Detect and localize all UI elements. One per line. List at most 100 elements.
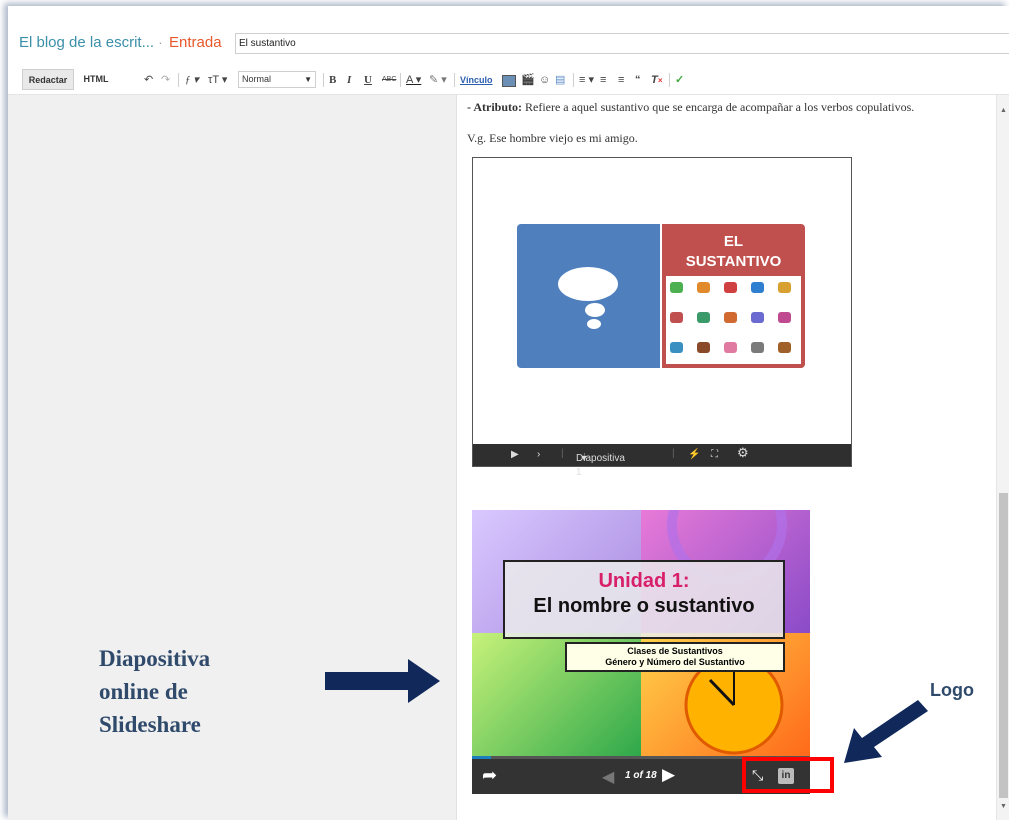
play-icon[interactable]: ▶ xyxy=(511,448,519,462)
fullscreen-icon[interactable]: ⛶ xyxy=(711,448,718,462)
scrollbar-thumb[interactable] xyxy=(999,493,1008,798)
clipart-image xyxy=(670,342,683,353)
annotation-line: Slideshare xyxy=(99,712,201,737)
share-icon[interactable]: ➦ xyxy=(482,765,497,786)
logo-highlight-box xyxy=(742,757,834,793)
next-slide-icon[interactable]: ▶ xyxy=(662,765,675,785)
scroll-down-icon[interactable]: ▼ xyxy=(1000,803,1007,810)
slide-subtitle-line1: Clases de Sustantivos xyxy=(627,646,723,656)
clipart-image xyxy=(724,282,737,293)
paragraph-atributo: - Atributo: Refiere a aquel sustantivo q… xyxy=(467,100,914,115)
toolbar-divider xyxy=(669,73,670,87)
chevron-down-icon: ▼ xyxy=(304,75,312,84)
toolbar-divider xyxy=(573,73,574,87)
clipart-grid xyxy=(666,276,801,364)
bold-icon[interactable]: B xyxy=(329,72,336,88)
clipart-image xyxy=(697,282,710,293)
clipart-image xyxy=(778,312,791,323)
separator: · xyxy=(158,35,163,50)
font-size-icon[interactable]: τT ▾ xyxy=(208,72,227,88)
format-value: Normal xyxy=(242,74,272,84)
next-icon[interactable]: › xyxy=(537,448,540,462)
tab-html[interactable]: HTML xyxy=(74,69,118,90)
clipart-image xyxy=(751,282,764,293)
toolbar-divider xyxy=(400,73,401,87)
underline-icon[interactable]: U xyxy=(364,72,372,88)
editor-header: El blog de la escrit... · Entrada El sus… xyxy=(8,6,1009,66)
paragraph-text: Refiere a aquel sustantivo que se encarg… xyxy=(522,100,915,114)
align-icon[interactable]: ≡ ▾ xyxy=(579,72,594,88)
bar-divider: | xyxy=(672,448,675,459)
numbered-list-icon[interactable]: ≡ xyxy=(600,72,606,88)
annotation-line: Diapositiva xyxy=(99,646,211,671)
spellcheck-icon[interactable]: ✓ xyxy=(675,72,684,88)
slide-subtitle-box: Clases de Sustantivos Género y Número de… xyxy=(565,642,785,672)
redo-icon[interactable]: ↷ xyxy=(161,72,170,88)
diagonal-arrow-icon xyxy=(844,700,928,763)
bar-divider: | xyxy=(561,448,564,459)
left-empty-pane xyxy=(8,95,456,820)
chevron-down-icon: ▾ xyxy=(581,453,587,464)
text-color-icon[interactable]: A ▾ xyxy=(406,72,421,88)
thought-bubble-icon xyxy=(558,267,618,329)
slide-title-line1: Unidad 1: xyxy=(598,570,690,592)
toolbar-divider xyxy=(323,73,324,87)
font-family-icon[interactable]: ƒ ▾ xyxy=(185,72,199,88)
slideshare-embed[interactable]: Unidad 1: El nombre o sustantivo Clases … xyxy=(472,510,810,794)
video-icon[interactable]: 🎬 xyxy=(521,72,535,88)
blog-title-link[interactable]: El blog de la escrit... · xyxy=(19,34,163,51)
clipart-image xyxy=(697,342,710,353)
highlight-icon[interactable]: ✎ ▾ xyxy=(429,72,447,88)
gear-icon[interactable]: ⚙ xyxy=(737,446,749,460)
slide-subtitle-line2: Género y Número del Sustantivo xyxy=(605,657,745,667)
blog-title-text: El blog de la escrit... xyxy=(19,34,155,51)
post-title-input[interactable]: El sustantivo xyxy=(235,33,1009,54)
image-icon[interactable] xyxy=(502,75,516,87)
previous-slide-icon[interactable]: ◀ xyxy=(602,767,614,787)
page-break-icon[interactable]: ▤ xyxy=(555,72,565,88)
emoji-icon[interactable]: ☺ xyxy=(539,72,550,88)
toolbar-divider xyxy=(454,73,455,87)
clipart-image xyxy=(724,342,737,353)
link-icon[interactable]: ⚡ xyxy=(688,448,700,462)
card-blue-panel xyxy=(517,224,660,368)
slide-card: EL SUSTANTIVO xyxy=(517,224,805,368)
slideshare-slide: Unidad 1: El nombre o sustantivo Clases … xyxy=(472,510,810,756)
section-label: Entrada xyxy=(169,34,222,51)
slide-title-box: Unidad 1: El nombre o sustantivo xyxy=(503,560,785,639)
card-title-line1: EL xyxy=(723,233,744,250)
slide-title-line2: El nombre o sustantivo xyxy=(533,595,755,617)
strikethrough-icon[interactable]: ABC xyxy=(382,72,396,88)
clipart-image xyxy=(724,312,737,323)
slide-selector[interactable]: Diapositiva 1 ▾ xyxy=(576,448,625,478)
link-icon[interactable]: Vínculo xyxy=(460,72,493,88)
clipart-image xyxy=(751,342,764,353)
card-title: EL SUSTANTIVO xyxy=(662,232,805,272)
paragraph-format-select[interactable]: Normal ▼ xyxy=(238,71,316,88)
bold-term: - Atributo: xyxy=(467,100,522,114)
clipart-image xyxy=(778,282,791,293)
embed-control-bar: ▶ › | Diapositiva 1 ▾ | ⚡ ⛶ ⚙ xyxy=(473,444,851,478)
clipart-image xyxy=(697,312,710,323)
card-title-line2: SUSTANTIVO xyxy=(685,253,782,270)
page-indicator: 1 of 18 xyxy=(625,770,657,781)
tab-compose[interactable]: Redactar xyxy=(22,69,74,90)
clear-format-icon[interactable]: T× xyxy=(651,72,662,88)
bulleted-list-icon[interactable]: ≡ xyxy=(618,72,624,88)
clipart-image xyxy=(670,282,683,293)
undo-icon[interactable]: ↶ xyxy=(144,72,153,88)
quote-icon[interactable]: “ xyxy=(635,72,641,88)
italic-icon[interactable]: I xyxy=(347,72,351,88)
right-arrow-icon xyxy=(325,659,440,703)
annotation-label: Diapositiva online de Slideshare xyxy=(99,642,210,741)
embedded-presentation-1[interactable]: EL SUSTANTIVO ▶ › | Diapositiva 1 ▾ | ⚡ … xyxy=(472,157,852,478)
scroll-up-icon[interactable]: ▲ xyxy=(1000,107,1007,114)
link-label: Vínculo xyxy=(460,75,493,85)
editor-toolbar: Redactar HTML ↶ ↷ ƒ ▾ τT ▾ Normal ▼ B I U… xyxy=(8,66,1009,95)
logo-annotation-label: Logo xyxy=(930,680,974,700)
clipart-image xyxy=(778,342,791,353)
card-red-panel: EL SUSTANTIVO xyxy=(662,224,805,368)
clipart-image xyxy=(670,312,683,323)
annotation-line: online de xyxy=(99,679,188,704)
vertical-scrollbar[interactable]: ▲ ▼ xyxy=(996,95,1009,820)
